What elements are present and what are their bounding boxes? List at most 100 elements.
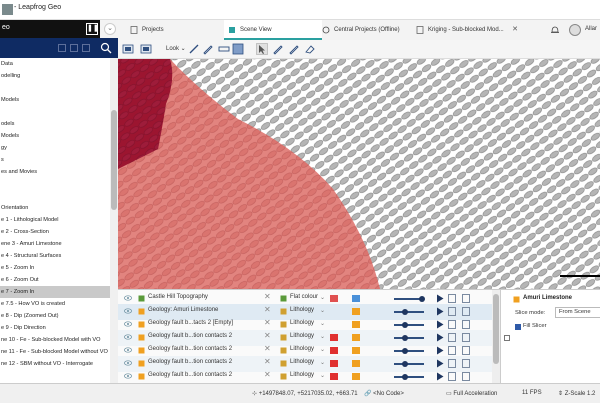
chevron-down-icon[interactable]: ⌄ — [320, 372, 325, 379]
z-scale-readout[interactable]: ⇕ Z-Scale 1.2 — [558, 390, 595, 397]
tab-kriging[interactable]: Kriging - Sub-blocked Mod... ✕ — [412, 20, 522, 40]
tree-item[interactable]: s — [0, 154, 110, 166]
fill-slicer-checkbox[interactable] — [515, 324, 521, 330]
color-swatch[interactable] — [352, 347, 360, 354]
tree-item[interactable]: e 7.5 - How VO is created — [0, 298, 110, 310]
close-icon[interactable]: ✕ — [264, 344, 271, 353]
eye-icon[interactable] — [124, 308, 132, 314]
slider-handle[interactable] — [418, 296, 425, 302]
slice-toggle-icon[interactable] — [448, 346, 456, 355]
display-property[interactable]: Lithology — [290, 307, 314, 313]
close-icon[interactable]: ✕ — [512, 20, 518, 40]
display-property[interactable]: Lithology — [290, 372, 314, 378]
slice-toggle-icon[interactable] — [448, 372, 456, 381]
transparency-slider[interactable] — [394, 309, 424, 315]
slider-handle[interactable] — [402, 309, 409, 315]
settings-icon[interactable] — [462, 294, 470, 303]
tree-item[interactable]: Orientation — [0, 202, 110, 214]
close-icon[interactable]: ✕ — [264, 318, 271, 327]
slider-handle[interactable] — [402, 335, 409, 341]
tree-item[interactable]: odels — [0, 118, 110, 130]
slice-toggle-icon[interactable] — [448, 307, 456, 316]
color-swatch[interactable] — [352, 295, 360, 302]
play-icon[interactable] — [436, 346, 444, 355]
eye-icon[interactable] — [124, 321, 132, 327]
tree-item[interactable]: ne 10 - Fe - Sub-blocked Model with VO — [0, 334, 110, 346]
scrollbar-thumb[interactable] — [111, 110, 117, 210]
tree-item[interactable]: e 9 - Dip Direction — [0, 322, 110, 334]
filter-icon[interactable] — [82, 44, 90, 52]
display-property[interactable]: Lithology — [290, 333, 314, 339]
play-icon[interactable] — [436, 307, 444, 316]
play-icon[interactable] — [436, 372, 444, 381]
slice-toggle-icon[interactable] — [448, 294, 456, 303]
chevron-down-icon[interactable]: ⌄ — [320, 333, 325, 340]
chevron-down-icon[interactable]: ⌄ — [320, 320, 325, 327]
slider-handle[interactable] — [402, 322, 409, 328]
close-icon[interactable]: ✕ — [264, 305, 271, 314]
eye-icon[interactable] — [124, 360, 132, 366]
chevron-down-icon[interactable]: ⌄ — [320, 307, 325, 314]
eye-icon[interactable] — [124, 334, 132, 340]
tree-item[interactable]: odelling — [0, 70, 110, 82]
close-icon[interactable]: ✕ — [264, 357, 271, 366]
color-swatch[interactable] — [330, 360, 338, 367]
tree-item[interactable]: e 6 - Zoom Out — [0, 274, 110, 286]
screenshot-icon[interactable] — [122, 43, 134, 55]
color-swatch[interactable] — [352, 334, 360, 341]
play-icon[interactable] — [436, 359, 444, 368]
transparency-slider[interactable] — [394, 374, 424, 380]
user-name[interactable]: Allar — [585, 26, 597, 32]
display-property[interactable]: Lithology — [290, 359, 314, 365]
play-icon[interactable] — [436, 333, 444, 342]
tree-item[interactable] — [0, 82, 110, 94]
chevron-down-icon[interactable]: ⌄ — [320, 359, 325, 366]
look-menu[interactable]: Look ⌄ — [166, 45, 186, 52]
close-icon[interactable]: ✕ — [264, 370, 271, 379]
color-swatch[interactable] — [352, 308, 360, 315]
settings-icon[interactable] — [462, 320, 470, 329]
close-icon[interactable]: ✕ — [264, 331, 271, 340]
pause-button[interactable]: ❚❚ — [86, 23, 99, 35]
tab-scene-view[interactable]: Scene View — [224, 20, 322, 40]
tree-item[interactable]: ene 3 - Amuri Limestone — [0, 238, 110, 250]
tree-item[interactable]: gy — [0, 142, 110, 154]
tree-item[interactable] — [0, 178, 110, 190]
settings-icon[interactable] — [462, 372, 470, 381]
color-swatch[interactable] — [330, 295, 338, 302]
slice-toggle-icon[interactable] — [448, 320, 456, 329]
transparency-slider[interactable] — [394, 348, 424, 354]
bell-icon[interactable] — [550, 25, 560, 35]
settings-icon[interactable] — [462, 346, 470, 355]
tree-item[interactable]: e 5 - Zoom In — [0, 262, 110, 274]
draw-icon[interactable] — [272, 43, 284, 55]
slice-icon[interactable] — [188, 43, 200, 55]
tree-item[interactable]: e 4 - Structural Surfaces — [0, 250, 110, 262]
eraser-icon[interactable] — [304, 43, 316, 55]
settings-icon[interactable] — [462, 359, 470, 368]
tree-item[interactable]: es and Movies — [0, 166, 110, 178]
tree-item[interactable]: e 7 - Zoom In — [0, 286, 110, 298]
play-icon[interactable] — [436, 320, 444, 329]
tree-item[interactable]: ne 11 - Fe - Sub-blocked Model without V… — [0, 346, 110, 358]
settings-icon[interactable] — [462, 307, 470, 316]
color-swatch[interactable] — [352, 321, 360, 328]
slider-handle[interactable] — [402, 348, 409, 354]
eye-icon[interactable] — [124, 347, 132, 353]
slider-handle[interactable] — [402, 374, 409, 380]
sidebar-scrollbar[interactable] — [110, 58, 118, 383]
settings-icon[interactable] — [462, 333, 470, 342]
color-swatch[interactable] — [352, 360, 360, 367]
tree-item[interactable]: e 2 - Cross-Section — [0, 226, 110, 238]
tree-item[interactable] — [0, 106, 110, 118]
tab-central-projects[interactable]: Central Projects (Offline) — [318, 20, 412, 40]
color-swatch[interactable] — [330, 334, 338, 341]
tree-item[interactable]: Models — [0, 130, 110, 142]
display-property[interactable]: Lithology — [290, 320, 314, 326]
view-panel-icon[interactable] — [232, 43, 244, 55]
tree-item[interactable]: ne 12 - SBM without VO - Interrogate — [0, 358, 110, 370]
slice-mode-select[interactable]: From Scene — [555, 307, 600, 318]
sort-icon[interactable] — [70, 44, 78, 52]
ruler-icon[interactable] — [218, 43, 230, 55]
avatar[interactable] — [569, 24, 581, 36]
